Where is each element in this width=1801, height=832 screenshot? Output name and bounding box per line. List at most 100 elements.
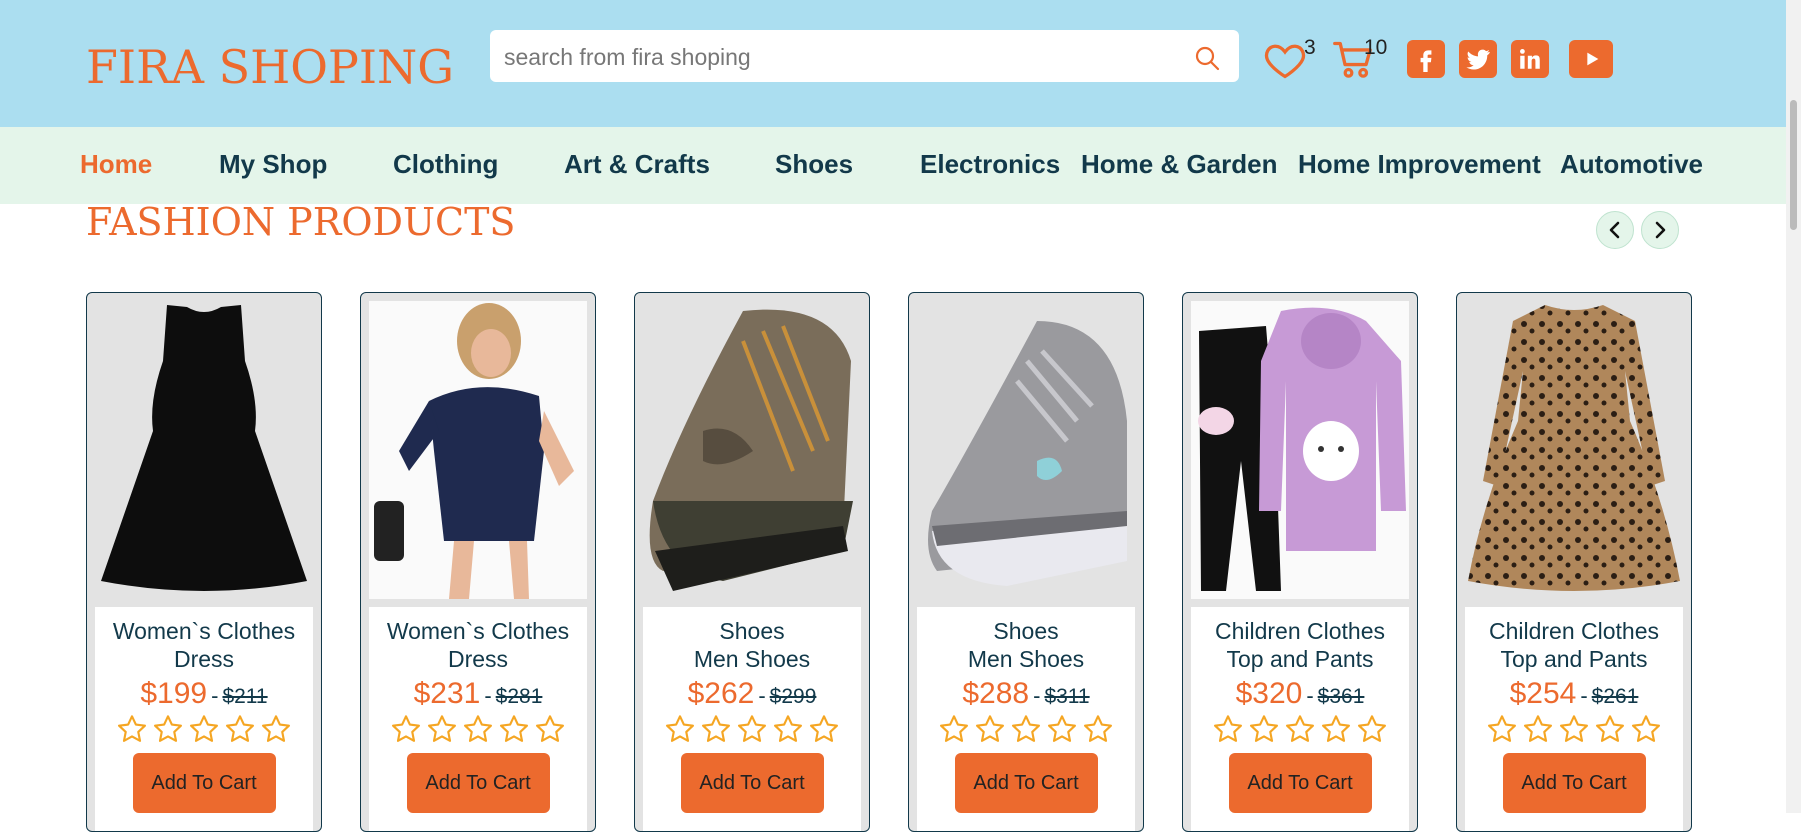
heart-icon[interactable] [1263, 38, 1307, 82]
wishlist-count-badge: 3 [1304, 36, 1316, 59]
facebook-icon[interactable] [1407, 40, 1445, 78]
product-info: Women`s Clothes Dress $199- $211 Add To Ca… [95, 607, 313, 831]
nav-item-home-garden[interactable]: Home & Garden [1081, 149, 1278, 180]
product-card[interactable]: Women`s Clothes Dress $231- $281 Add To Ca… [360, 292, 596, 832]
product-name[interactable]: Shoes Men Shoes [917, 617, 1135, 673]
chevron-right-icon [1655, 221, 1666, 239]
star-icon [738, 715, 766, 742]
add-to-cart-button[interactable]: Add To Cart [132, 753, 276, 813]
star-icon [536, 715, 564, 742]
add-to-cart-button[interactable]: Add To Cart [1502, 753, 1646, 813]
product-info: Children Clothes Top and Pants $254- $261 … [1465, 607, 1683, 831]
product-old-price: $361 [1317, 685, 1365, 708]
carousel-prev-button[interactable] [1596, 211, 1634, 249]
product-card[interactable]: Shoes Men Shoes $288- $311 Add To Cart [908, 292, 1144, 832]
nav-item-art-crafts[interactable]: Art & Crafts [564, 149, 710, 180]
star-rating [1465, 713, 1683, 745]
product-info: Shoes Men Shoes $262- $299 Add To Cart [643, 607, 861, 831]
price-line: $254- $261 [1509, 677, 1639, 710]
main-nav: Home My Shop Clothing Art & Crafts Shoes… [0, 127, 1801, 204]
price-line: $320- $361 [1235, 677, 1365, 710]
star-icon [1560, 715, 1588, 742]
product-old-price: $261 [1591, 685, 1639, 708]
price-line: $199- $211 [140, 677, 268, 710]
product-card[interactable]: Women`s Clothes Dress $199- $211 Add To Ca… [86, 292, 322, 832]
price-line: $288- $311 [962, 677, 1090, 710]
star-rating [917, 713, 1135, 745]
product-info: Women`s Clothes Dress $231- $281 Add To Ca… [369, 607, 587, 831]
sneaker-image[interactable] [917, 301, 1135, 599]
star-icon [1084, 715, 1112, 742]
product-name[interactable]: Children Clothes Top and Pants [1191, 617, 1409, 673]
product-name[interactable]: Shoes Men Shoes [643, 617, 861, 673]
black-dress-image[interactable] [95, 301, 313, 599]
product-old-price: $311 [1044, 685, 1090, 708]
nav-item-electronics[interactable]: Electronics [920, 149, 1060, 180]
product-price: $199 [140, 677, 208, 710]
search-bar [490, 30, 1239, 82]
add-to-cart-button[interactable]: Add To Cart [680, 753, 824, 813]
chevron-left-icon [1609, 221, 1620, 239]
nav-item-clothing[interactable]: Clothing [393, 149, 498, 180]
product-price: $262 [687, 677, 755, 710]
star-icon [666, 715, 694, 742]
hoodie-pants-image[interactable] [1191, 301, 1409, 599]
nav-item-my-shop[interactable]: My Shop [219, 149, 327, 180]
section-title: FASHION PRODUCTS [86, 200, 516, 244]
star-icon [702, 715, 730, 742]
price-line: $262- $299 [687, 677, 817, 710]
star-icon [976, 715, 1004, 742]
add-to-cart-button[interactable]: Add To Cart [1228, 753, 1372, 813]
star-icon [1596, 715, 1624, 742]
product-price: $254 [1509, 677, 1577, 710]
star-icon [392, 715, 420, 742]
star-icon [500, 715, 528, 742]
site-header: FIRA SHOPING 3 10 [0, 0, 1801, 127]
star-icon [226, 715, 254, 742]
star-icon [1012, 715, 1040, 742]
product-card[interactable]: Shoes Men Shoes $262- $299 Add To Cart [634, 292, 870, 832]
star-rating [1191, 713, 1409, 745]
product-name[interactable]: Women`s Clothes Dress [95, 617, 313, 673]
star-icon [810, 715, 838, 742]
product-price: $231 [413, 677, 481, 710]
star-rating [643, 713, 861, 745]
product-info: Shoes Men Shoes $288- $311 Add To Cart [917, 607, 1135, 831]
nav-item-home[interactable]: Home [80, 149, 152, 180]
star-rating [369, 713, 587, 745]
youtube-icon[interactable] [1569, 40, 1613, 78]
leopard-dress-image[interactable] [1465, 301, 1683, 599]
carousel-next-button[interactable] [1641, 211, 1679, 249]
add-to-cart-button[interactable]: Add To Cart [954, 753, 1098, 813]
search-input[interactable] [502, 38, 1176, 76]
scrollbar-thumb[interactable] [1790, 100, 1797, 230]
twitter-icon[interactable] [1459, 40, 1497, 78]
star-icon [118, 715, 146, 742]
star-icon [1358, 715, 1386, 742]
star-rating [95, 713, 313, 745]
nav-item-automotive[interactable]: Automotive [1560, 149, 1703, 180]
search-icon[interactable] [1193, 44, 1221, 72]
product-card[interactable]: Children Clothes Top and Pants $254- $261 … [1456, 292, 1692, 832]
star-icon [1488, 715, 1516, 742]
product-card[interactable]: Children Clothes Top and Pants $320- $361 … [1182, 292, 1418, 832]
page-scrollbar[interactable] [1786, 0, 1801, 813]
linkedin-icon[interactable] [1511, 40, 1549, 78]
navy-dress-image[interactable] [369, 301, 587, 599]
product-info: Children Clothes Top and Pants $320- $361 … [1191, 607, 1409, 831]
product-name[interactable]: Women`s Clothes Dress [369, 617, 587, 673]
star-icon [774, 715, 802, 742]
nav-item-home-improvement[interactable]: Home Improvement [1298, 149, 1541, 180]
site-logo[interactable]: FIRA SHOPING [86, 40, 454, 94]
cart-count-badge: 10 [1364, 36, 1388, 59]
star-icon [940, 715, 968, 742]
price-line: $231- $281 [413, 677, 543, 710]
nav-item-shoes[interactable]: Shoes [775, 149, 853, 180]
product-old-price: $281 [495, 685, 543, 708]
star-icon [1322, 715, 1350, 742]
product-old-price: $299 [769, 685, 817, 708]
product-name[interactable]: Children Clothes Top and Pants [1465, 617, 1683, 673]
add-to-cart-button[interactable]: Add To Cart [406, 753, 550, 813]
star-icon [154, 715, 182, 742]
hiking-shoe-image[interactable] [643, 301, 861, 599]
